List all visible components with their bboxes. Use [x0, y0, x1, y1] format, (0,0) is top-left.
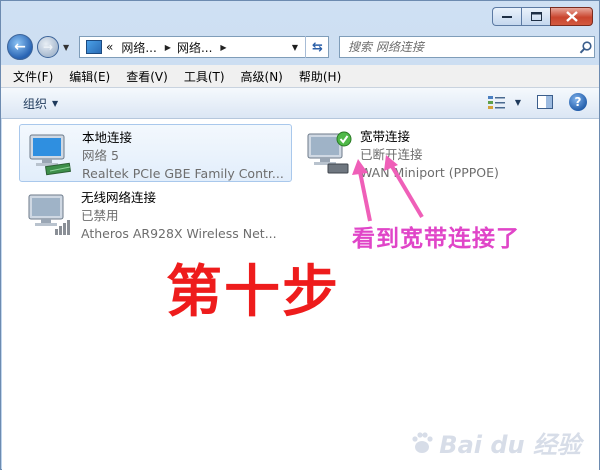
address-bar[interactable]: « 网络... ▶ 网络... ▶ ▼ — [79, 36, 329, 58]
connection-status: 已断开连接 — [360, 147, 423, 162]
network-adapter-icon — [29, 134, 72, 176]
organize-label: 组织 — [23, 96, 48, 111]
preview-pane-icon — [537, 95, 553, 109]
forward-button[interactable]: → — [37, 36, 59, 58]
refresh-icon: ⇆ — [312, 39, 323, 55]
connection-local-area[interactable]: 本地连接 网络 5 Realtek PCIe GBE Family Contr.… — [19, 124, 292, 182]
menu-edit[interactable]: 编辑(E) — [61, 68, 118, 85]
address-overflow[interactable]: « — [106, 40, 113, 54]
menu-help[interactable]: 帮助(H) — [291, 68, 349, 85]
help-icon: ? — [574, 95, 582, 109]
baidu-watermark: Bai du 经验 — [409, 425, 581, 460]
change-view-button[interactable] — [485, 93, 509, 111]
arrow-right-icon: → — [42, 40, 54, 54]
organize-button[interactable]: 组织 ▼ — [23, 95, 58, 112]
back-button[interactable]: ← — [7, 34, 33, 60]
navigation-row: ← → ▼ « 网络... ▶ 网络... ▶ ▼ ⇆ — [1, 31, 599, 65]
menu-bar: 文件(F) 编辑(E) 查看(V) 工具(T) 高级(N) 帮助(H) — [1, 65, 599, 88]
search-box — [339, 36, 595, 58]
chevron-right-icon[interactable]: ▶ — [220, 43, 226, 52]
watermark-text: Bai du 经验 — [439, 431, 581, 459]
chevron-down-icon: ▼ — [52, 98, 59, 108]
connection-device: WAN Miniport (PPPOE) — [360, 165, 499, 180]
command-bar-right: ▼ ? — [485, 93, 587, 111]
connection-name: 无线网络连接 — [81, 190, 157, 205]
paw-logo-icon — [412, 431, 433, 453]
command-bar: 组织 ▼ ▼ ? — [1, 88, 599, 119]
explorer-window: ← → ▼ « 网络... ▶ 网络... ▶ ▼ ⇆ 文件(F) 编辑(E) … — [0, 0, 600, 470]
maximize-icon — [530, 12, 542, 21]
broadband-connection-icon — [307, 131, 352, 174]
connection-device: Atheros AR928X Wireless Net... — [81, 226, 277, 241]
menu-advanced[interactable]: 高级(N) — [233, 68, 291, 85]
caption-buttons — [492, 7, 593, 26]
refresh-button[interactable]: ⇆ — [305, 36, 329, 58]
connection-broadband[interactable]: 宽带连接 已断开连接 WAN Miniport (PPPOE) — [298, 124, 548, 182]
help-button[interactable]: ? — [569, 93, 587, 111]
minimize-icon — [502, 15, 512, 18]
minimize-button[interactable] — [492, 7, 521, 26]
arrow-left-icon: ← — [14, 39, 26, 55]
preview-pane-button[interactable] — [535, 93, 555, 111]
address-segment-network-connections[interactable]: 网络... — [177, 39, 212, 56]
maximize-button[interactable] — [521, 7, 550, 26]
network-folder-icon — [86, 40, 102, 54]
address-dropdown-icon[interactable]: ▼ — [292, 43, 298, 52]
address-segment-network[interactable]: 网络... — [121, 39, 156, 56]
menu-file[interactable]: 文件(F) — [1, 68, 61, 85]
chevron-right-icon[interactable]: ▶ — [165, 43, 171, 52]
connection-wireless[interactable]: 无线网络连接 已禁用 Atheros AR928X Wireless Net..… — [19, 185, 292, 243]
connection-device: Realtek PCIe GBE Family Contr... — [82, 166, 284, 181]
connection-status: 网络 5 — [82, 148, 119, 163]
annotation-caption: 看到宽带连接了 — [352, 226, 520, 252]
search-icon[interactable] — [576, 40, 594, 54]
connection-name: 本地连接 — [82, 130, 133, 145]
connection-name: 宽带连接 — [360, 129, 411, 144]
view-dropdown[interactable]: ▼ — [515, 98, 521, 107]
connections-panel: 本地连接 网络 5 Realtek PCIe GBE Family Contr.… — [2, 119, 599, 470]
search-input[interactable] — [346, 37, 576, 57]
step-title: 第十步 — [166, 260, 340, 325]
close-icon — [565, 11, 578, 22]
close-button[interactable] — [550, 7, 593, 26]
connection-status: 已禁用 — [81, 208, 119, 223]
menu-tools[interactable]: 工具(T) — [176, 68, 233, 85]
menu-view[interactable]: 查看(V) — [118, 68, 176, 85]
recent-pages-dropdown[interactable]: ▼ — [63, 43, 69, 52]
wireless-adapter-icon — [28, 194, 70, 235]
view-options-icon — [487, 96, 505, 109]
